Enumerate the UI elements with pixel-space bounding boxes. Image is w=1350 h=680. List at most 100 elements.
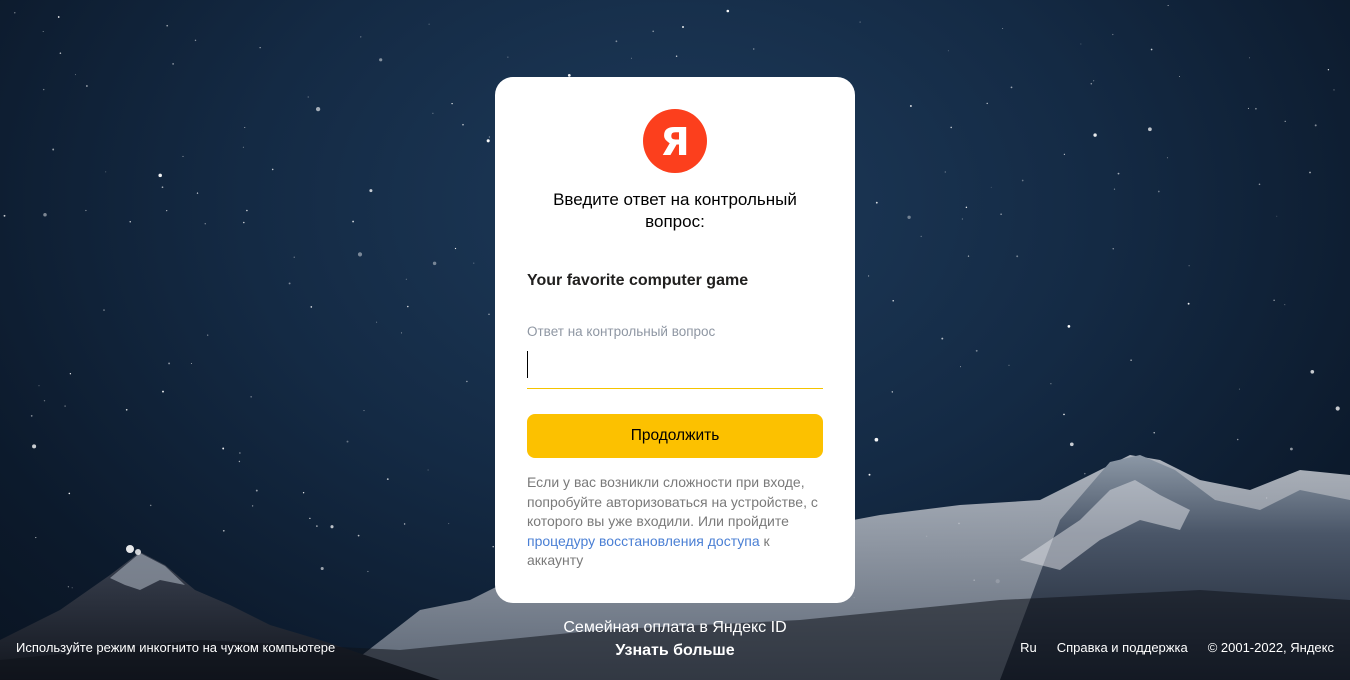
star	[405, 278, 407, 280]
star	[357, 252, 363, 257]
star	[960, 366, 962, 368]
star	[310, 306, 313, 308]
star	[207, 334, 209, 336]
star	[14, 12, 16, 14]
star	[1063, 413, 1065, 416]
star	[149, 504, 152, 507]
star	[238, 460, 241, 463]
star	[682, 26, 684, 28]
star	[675, 55, 678, 58]
help-text-before: Если у вас возникли сложности при входе,…	[527, 474, 818, 530]
star	[950, 126, 953, 129]
star	[1117, 172, 1120, 175]
star	[868, 275, 870, 277]
star	[1002, 27, 1004, 30]
star	[182, 155, 184, 157]
language-switcher[interactable]: Ru	[1020, 640, 1037, 655]
answer-field-label: Ответ на контрольный вопрос	[527, 324, 716, 339]
star	[427, 469, 429, 471]
learn-more-link[interactable]: Узнать больше	[615, 639, 734, 663]
star	[1157, 190, 1160, 193]
star	[302, 492, 305, 494]
star	[1310, 369, 1315, 374]
star	[38, 385, 40, 387]
star	[507, 56, 509, 58]
star	[1069, 442, 1074, 447]
star	[86, 85, 88, 87]
star	[907, 215, 911, 219]
star	[428, 23, 430, 25]
star	[129, 221, 131, 223]
star	[630, 57, 632, 59]
star	[1247, 107, 1249, 109]
star	[1255, 107, 1257, 110]
star	[892, 300, 894, 302]
star	[204, 223, 206, 225]
star	[1093, 133, 1097, 137]
continue-button[interactable]: Продолжить	[527, 414, 823, 458]
star	[64, 405, 66, 407]
star	[1080, 43, 1082, 45]
star	[386, 478, 389, 481]
star	[944, 171, 946, 173]
star	[42, 88, 45, 91]
star	[488, 136, 490, 138]
star	[1333, 89, 1335, 91]
star	[406, 305, 409, 308]
star	[172, 63, 174, 65]
star	[920, 235, 922, 238]
star	[1084, 472, 1086, 475]
star	[369, 189, 373, 193]
star	[1327, 69, 1330, 71]
star	[1150, 48, 1153, 51]
star	[488, 313, 490, 315]
star	[360, 36, 362, 38]
star	[75, 74, 76, 76]
incognito-hint: Используйте режим инкогнито на чужом ком…	[16, 640, 336, 655]
star	[466, 380, 468, 383]
star	[52, 148, 55, 151]
star	[196, 192, 199, 194]
star	[448, 523, 450, 525]
star	[1166, 157, 1168, 159]
star	[85, 209, 87, 212]
star	[222, 447, 225, 450]
star	[1238, 388, 1240, 390]
star	[363, 410, 365, 412]
star	[1067, 325, 1071, 328]
star	[125, 408, 128, 411]
star	[1021, 179, 1024, 182]
star	[1008, 364, 1010, 366]
star	[194, 39, 197, 42]
star	[891, 391, 893, 393]
star	[316, 525, 318, 527]
answer-input[interactable]	[529, 347, 823, 389]
answer-field[interactable]	[527, 347, 823, 389]
star	[105, 171, 107, 173]
star	[1090, 82, 1093, 85]
star	[3, 214, 6, 217]
star	[376, 321, 378, 323]
yandex-logo[interactable]: Я	[643, 109, 707, 173]
star	[875, 201, 878, 204]
star	[859, 21, 861, 23]
help-text: Если у вас возникли сложности при входе,…	[527, 473, 823, 571]
support-link[interactable]: Справка и поддержка	[1057, 640, 1188, 655]
star	[166, 210, 168, 212]
star	[1179, 76, 1181, 77]
star	[35, 537, 37, 539]
access-recovery-link[interactable]: процедуру восстановления доступа	[527, 533, 760, 549]
star	[30, 415, 33, 417]
star	[379, 58, 383, 62]
star	[168, 362, 171, 365]
star	[190, 363, 192, 364]
star	[158, 173, 162, 178]
star	[1273, 299, 1275, 301]
security-question: Your favorite computer game	[527, 272, 749, 289]
star	[1290, 447, 1293, 451]
star	[1188, 265, 1190, 267]
star	[432, 112, 434, 114]
star	[1258, 183, 1261, 186]
star	[161, 186, 164, 189]
star	[1335, 406, 1340, 411]
